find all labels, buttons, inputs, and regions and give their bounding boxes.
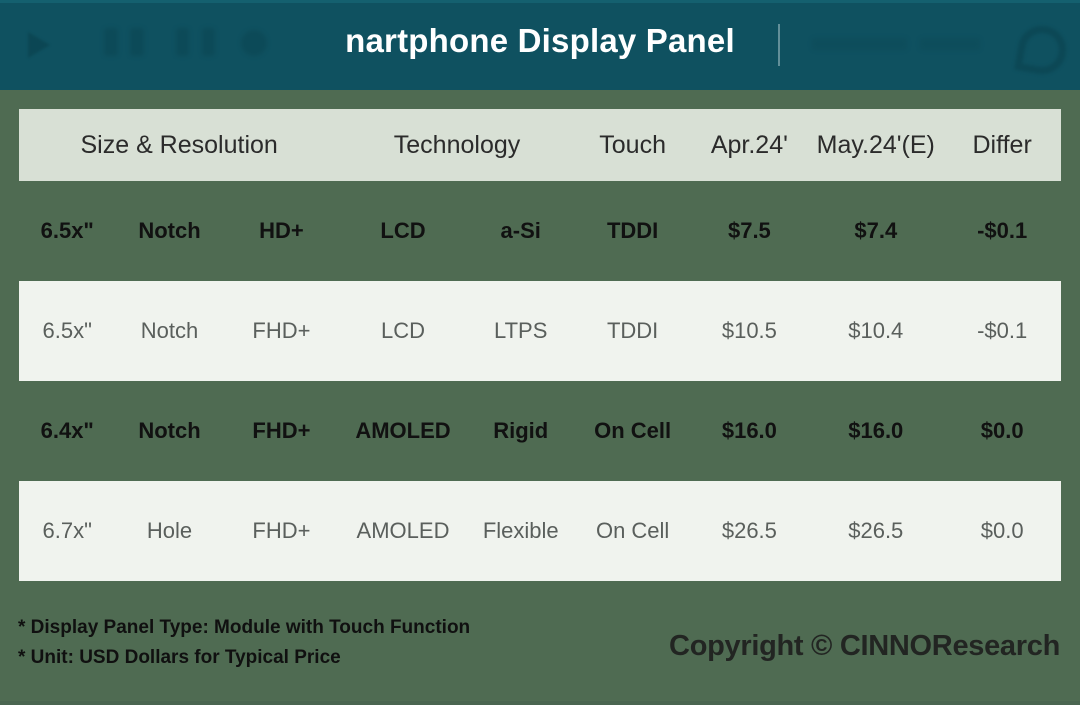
cell-apr-price: $16.0	[721, 418, 777, 443]
column-header-may: May.24'(E)	[816, 130, 935, 159]
footer-bottom-edge	[0, 701, 1080, 705]
cell-differ: $0.0	[980, 418, 1024, 443]
cell-may-price: $26.5	[848, 518, 904, 543]
cell-differ: -$0.1	[977, 318, 1028, 343]
cell-resolution: FHD+	[252, 318, 311, 343]
cell-touch: On Cell	[594, 418, 672, 443]
table-row[interactable]: 6.4x" Notch FHD+ AMOLED Rigid On Cell $1…	[19, 381, 1061, 481]
cell-notch: Notch	[138, 418, 201, 443]
cell-size: 6.7x"	[42, 518, 92, 543]
cell-technology: LCD	[381, 318, 426, 343]
display-panel-table: Size & Resolution Technology Touch Apr.2…	[0, 90, 1080, 581]
cell-notch: Notch	[138, 218, 201, 243]
cell-technology: LCD	[380, 218, 426, 243]
cell-apr-price: $10.5	[721, 318, 777, 343]
text-ghost-block	[920, 38, 980, 50]
cell-backplane: Rigid	[493, 418, 549, 443]
copyright-watermark: Copyright © CINNOResearch	[669, 630, 1060, 662]
cell-touch: TDDI	[606, 218, 659, 243]
cell-resolution: HD+	[259, 218, 304, 243]
cell-resolution: FHD+	[252, 418, 311, 443]
cell-technology: AMOLED	[355, 418, 451, 443]
column-header-technology: Technology	[393, 130, 521, 159]
column-header-differ: Differ	[972, 130, 1032, 159]
table-row[interactable]: 6.7x" Hole FHD+ AMOLED Flexible On Cell …	[19, 481, 1061, 581]
title-divider	[778, 24, 780, 66]
cell-resolution: FHD+	[252, 518, 311, 543]
cell-differ: -$0.1	[977, 218, 1028, 243]
cell-size: 6.4x"	[40, 418, 94, 443]
cell-backplane: a-Si	[500, 218, 541, 243]
table-row[interactable]: 6.5x" Notch HD+ LCD a-Si TDDI $7.5 $7.4 …	[19, 181, 1061, 281]
footnotes: * Display Panel Type: Module with Touch …	[18, 613, 470, 673]
cell-differ: $0.0	[980, 518, 1024, 543]
cell-may-price: $10.4	[848, 318, 904, 343]
cell-backplane: Flexible	[482, 518, 559, 543]
footnote-panel-type: * Display Panel Type: Module with Touch …	[18, 617, 471, 638]
cell-apr-price: $7.5	[727, 218, 771, 243]
footnote-unit: * Unit: USD Dollars for Typical Price	[18, 647, 341, 668]
cell-apr-price: $26.5	[721, 518, 777, 543]
cell-may-price: $16.0	[848, 418, 904, 443]
cell-size: 6.5x"	[40, 218, 94, 243]
page-header: nartphone Display Panel	[0, 0, 1080, 90]
page-title: nartphone Display Panel	[345, 22, 735, 59]
cell-touch: On Cell	[595, 518, 670, 543]
column-header-apr: Apr.24'	[710, 130, 788, 159]
text-ghost-block	[812, 38, 907, 50]
cell-notch: Hole	[146, 518, 193, 543]
cell-backplane: LTPS	[494, 318, 548, 343]
column-header-size-resolution: Size & Resolution	[80, 130, 278, 159]
cell-touch: TDDI	[606, 318, 659, 343]
cell-technology: AMOLED	[356, 518, 450, 543]
page-footer: * Display Panel Type: Module with Touch …	[0, 600, 1080, 705]
table-row[interactable]: 6.5x" Notch FHD+ LCD LTPS TDDI $10.5 $10…	[19, 281, 1061, 381]
header-top-edge	[0, 0, 1080, 3]
table-header-row: Size & Resolution Technology Touch Apr.2…	[19, 109, 1061, 181]
column-header-touch: Touch	[599, 130, 666, 159]
cell-notch: Notch	[140, 318, 199, 343]
cell-may-price: $7.4	[854, 218, 898, 243]
cell-size: 6.5x"	[42, 318, 92, 343]
